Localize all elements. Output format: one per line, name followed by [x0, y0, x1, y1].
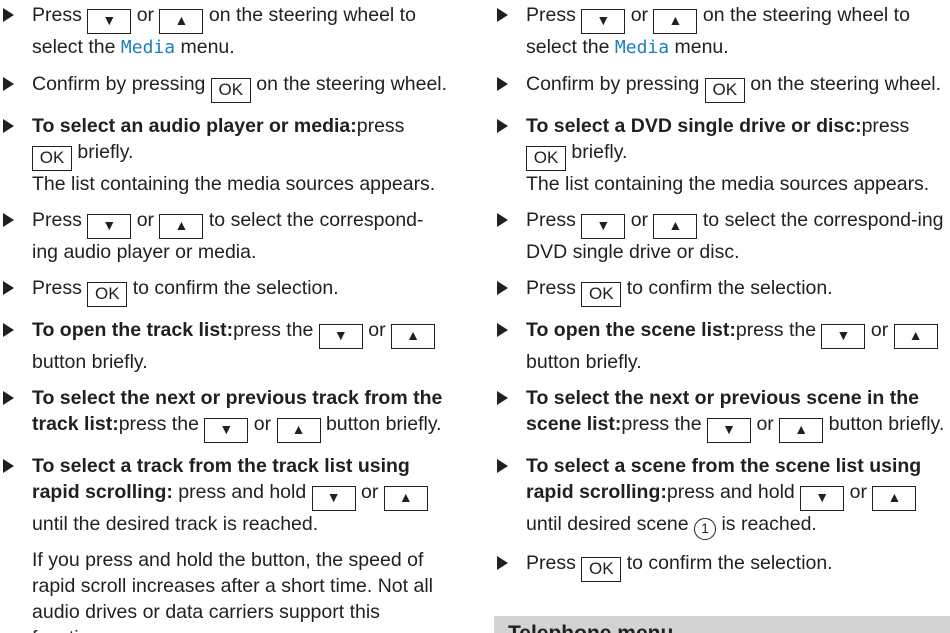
bullet-triangle-icon	[3, 323, 14, 337]
bullet-triangle-icon	[497, 213, 508, 227]
up-arrow-key-icon: ▲	[391, 324, 435, 349]
ok-key-icon: OK	[581, 282, 622, 307]
right-step-confirm-selection: Press OK to confirm the selection.	[494, 275, 950, 307]
bullet-triangle-icon	[497, 119, 508, 133]
ok-key-icon: OK	[581, 557, 622, 582]
left-column: Press ▼ or ▲ on the steering wheel to se…	[0, 2, 448, 633]
ok-key-icon: OK	[32, 146, 72, 171]
up-arrow-key-icon: ▲	[276, 418, 321, 443]
right-step-select-dvd-drive: To select a DVD single drive or disc:pre…	[494, 113, 950, 197]
down-arrow-key-icon: ▼	[581, 214, 626, 239]
left-step-confirm-selection: Press OK to confirm the selection.	[0, 275, 448, 307]
down-arrow-key-icon: ▼	[821, 324, 866, 349]
bullet-triangle-icon	[497, 281, 508, 295]
left-step-next-previous-track: To select the next or previous track fro…	[0, 385, 448, 443]
step-note: The list containing the media sources ap…	[526, 173, 930, 195]
left-step-open-track-list: To open the track list:press the ▼ or ▲ …	[0, 317, 448, 375]
up-arrow-key-icon: ▲	[159, 214, 204, 239]
callout-number-icon: 1	[694, 518, 717, 540]
down-arrow-key-icon: ▼	[318, 324, 363, 349]
down-arrow-key-icon: ▼	[581, 9, 626, 34]
left-note-paragraph: If you press and hold the button, the sp…	[32, 549, 433, 633]
up-arrow-key-icon: ▲	[893, 324, 938, 349]
bullet-triangle-icon	[3, 8, 14, 22]
right-step-open-scene-list: To open the scene list:press the ▼ or ▲ …	[494, 317, 950, 375]
left-step-confirm: Confirm by pressing OK on the steering w…	[0, 71, 448, 103]
down-arrow-key-icon: ▼	[800, 486, 845, 511]
left-step-select-corresponding: Press ▼ or ▲ to select the correspond-in…	[0, 207, 448, 265]
right-step-select-corresponding: Press ▼ or ▲ to select the correspond-in…	[494, 207, 950, 265]
step-note: The list containing the media sources ap…	[32, 173, 436, 195]
right-step-confirm-final: Press OK to confirm the selection.	[494, 550, 950, 582]
up-arrow-key-icon: ▲	[872, 486, 917, 511]
right-step-rapid-scrolling: To select a scene from the scene list us…	[494, 453, 950, 540]
bullet-triangle-icon	[3, 281, 14, 295]
left-step-rapid-scrolling: To select a track from the track list us…	[0, 453, 448, 537]
up-arrow-key-icon: ▲	[653, 214, 698, 239]
down-arrow-key-icon: ▼	[87, 214, 132, 239]
bullet-triangle-icon	[497, 8, 508, 22]
bullet-triangle-icon	[497, 391, 508, 405]
bullet-triangle-icon	[3, 213, 14, 227]
up-arrow-key-icon: ▲	[383, 486, 428, 511]
bullet-triangle-icon	[497, 77, 508, 91]
down-arrow-key-icon: ▼	[204, 418, 249, 443]
media-menu-label: Media	[614, 37, 670, 58]
up-arrow-key-icon: ▲	[779, 418, 824, 443]
bullet-triangle-icon	[497, 459, 508, 473]
ok-key-icon: OK	[526, 146, 566, 171]
right-column: Press ▼ or ▲ on the steering wheel to se…	[494, 2, 950, 592]
right-step-confirm: Confirm by pressing OK on the steering w…	[494, 71, 950, 103]
bullet-triangle-icon	[3, 119, 14, 133]
ok-key-icon: OK	[210, 78, 251, 103]
left-step-select-audio-player: To select an audio player or media:press…	[0, 113, 448, 197]
bullet-triangle-icon	[3, 77, 14, 91]
bullet-triangle-icon	[497, 323, 508, 337]
right-step-select-media-menu: Press ▼ or ▲ on the steering wheel to se…	[494, 2, 950, 61]
down-arrow-key-icon: ▼	[311, 486, 356, 511]
ok-key-icon: OK	[704, 78, 745, 103]
down-arrow-key-icon: ▼	[87, 9, 132, 34]
bullet-triangle-icon	[497, 556, 508, 570]
down-arrow-key-icon: ▼	[707, 418, 752, 443]
up-arrow-key-icon: ▲	[653, 9, 698, 34]
up-arrow-key-icon: ▲	[159, 9, 204, 34]
bullet-triangle-icon	[3, 459, 14, 473]
bullet-triangle-icon	[3, 391, 14, 405]
media-menu-label: Media	[120, 37, 176, 58]
right-step-next-previous-scene: To select the next or previous scene in …	[494, 385, 950, 443]
ok-key-icon: OK	[87, 282, 128, 307]
left-step-select-media-menu: Press ▼ or ▲ on the steering wheel to se…	[0, 2, 448, 61]
section-header-telephone-menu: Telephone menu	[494, 616, 950, 633]
